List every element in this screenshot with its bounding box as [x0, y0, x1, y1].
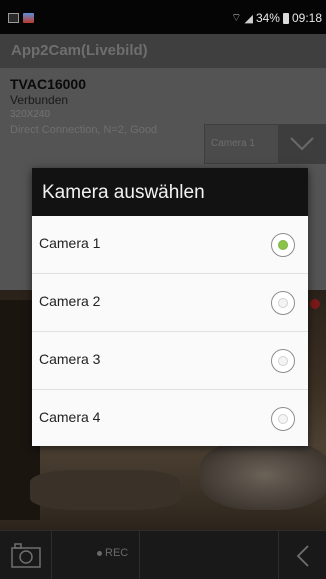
- camera-option-1[interactable]: Camera 1: [32, 216, 308, 274]
- snapshot-button[interactable]: [0, 531, 52, 579]
- dialog-title: Kamera auswählen: [42, 182, 205, 203]
- bottom-toolbar: REC: [0, 530, 326, 579]
- app-title: App2Cam(Livebild): [11, 42, 148, 59]
- battery-icon: [282, 12, 289, 24]
- radio-dot-icon: [278, 298, 288, 308]
- wifi-signal-icon: ⌔: [231, 12, 242, 24]
- camera-option-4[interactable]: Camera 4: [32, 390, 308, 446]
- camera-select-dialog: Kamera auswählen Camera 1 Camera 2 Camer…: [32, 168, 308, 446]
- camera-dropdown[interactable]: Camera 1: [204, 124, 326, 164]
- status-notifications: [8, 13, 34, 23]
- radio-dot-icon: [278, 356, 288, 366]
- status-right: ⌔ ◢ 34% 09:18: [231, 11, 322, 25]
- record-label: REC: [105, 547, 129, 559]
- camera-option-2[interactable]: Camera 2: [32, 274, 308, 332]
- preview-object: [200, 440, 326, 510]
- image-notification-icon: [8, 13, 19, 23]
- photo-notification-icon: [23, 13, 34, 23]
- device-connection: Direct Connection, N=2, Good: [10, 124, 158, 136]
- radio-dot-icon: [278, 414, 288, 424]
- battery-percent: 34%: [255, 11, 280, 25]
- clock: 09:18: [291, 11, 322, 25]
- option-label: Camera 3: [39, 351, 101, 367]
- recording-indicator: [310, 299, 320, 309]
- status-bar: ⌔ ◢ 34% 09:18: [0, 0, 326, 34]
- camera-dropdown-toggle[interactable]: [278, 125, 326, 163]
- device-name: TVAC16000: [10, 76, 87, 92]
- radio-button[interactable]: [271, 407, 295, 431]
- option-label: Camera 2: [39, 293, 101, 309]
- camera-dropdown-value: Camera 1: [211, 138, 255, 149]
- app-bar: App2Cam(Livebild): [0, 34, 326, 68]
- dialog-header: Kamera auswählen: [32, 168, 308, 216]
- camera-icon: [11, 543, 41, 568]
- option-label: Camera 1: [39, 235, 101, 251]
- option-label: Camera 4: [39, 409, 101, 425]
- radio-button[interactable]: [271, 349, 295, 373]
- chevron-down-icon: [290, 137, 314, 151]
- cell-signal-icon: ◢: [244, 12, 253, 25]
- device-resolution: 320X240: [10, 109, 51, 120]
- back-button[interactable]: [278, 531, 326, 579]
- radio-button-selected[interactable]: [271, 233, 295, 257]
- device-status: Verbunden: [10, 93, 69, 107]
- chevron-left-icon: [296, 545, 309, 567]
- radio-dot-icon: [278, 240, 288, 250]
- record-dot-icon: [97, 551, 102, 556]
- record-button[interactable]: REC: [52, 531, 140, 579]
- preview-floor: [30, 470, 180, 510]
- radio-button[interactable]: [271, 291, 295, 315]
- camera-option-3[interactable]: Camera 3: [32, 332, 308, 390]
